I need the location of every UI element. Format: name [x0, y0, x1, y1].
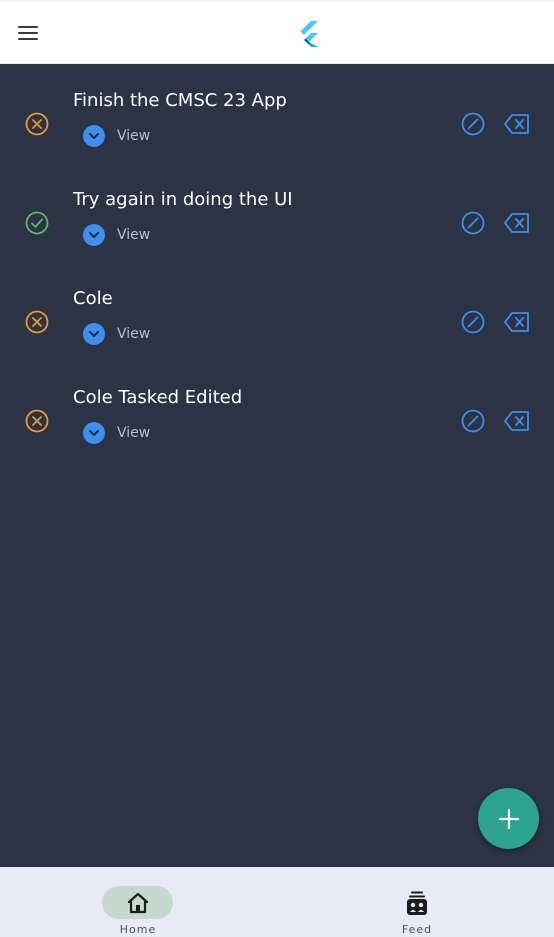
home-icon	[127, 892, 149, 914]
delete-icon[interactable]	[503, 409, 531, 433]
view-button[interactable]: View	[83, 322, 150, 346]
add-todo-button[interactable]	[478, 788, 539, 849]
nav-feed-label: Feed	[401, 923, 433, 936]
chevron-down-icon	[83, 422, 105, 444]
app-bar	[0, 2, 554, 64]
delete-icon[interactable]	[503, 211, 531, 235]
nav-home-label: Home	[119, 923, 157, 936]
todo-list: Finish the CMSC 23 App View Try again in…	[0, 63, 554, 459]
cancel-circle-icon[interactable]	[24, 309, 50, 335]
view-button[interactable]: View	[83, 223, 150, 247]
todo-title: Try again in doing the UI	[73, 189, 293, 210]
nav-home[interactable]: Home	[38, 867, 238, 937]
view-label: View	[117, 227, 151, 243]
view-button[interactable]: View	[83, 124, 150, 148]
todo-item: Try again in doing the UI View	[0, 162, 554, 261]
todo-item: Cole View	[0, 261, 554, 360]
todo-title: Finish the CMSC 23 App	[73, 90, 287, 111]
edit-icon[interactable]	[460, 111, 486, 137]
view-label: View	[117, 326, 151, 342]
chevron-down-icon	[83, 224, 105, 246]
feed-icon	[407, 891, 427, 915]
delete-icon[interactable]	[503, 310, 531, 334]
chevron-down-icon	[83, 125, 105, 147]
edit-icon[interactable]	[460, 210, 486, 236]
todo-title: Cole Tasked Edited	[73, 387, 243, 408]
delete-icon[interactable]	[503, 112, 531, 136]
nav-feed[interactable]: Feed	[317, 867, 517, 937]
flutter-logo	[300, 21, 318, 47]
todo-item: Finish the CMSC 23 App View	[0, 63, 554, 162]
view-button[interactable]: View	[83, 421, 150, 445]
menu-button[interactable]	[13, 18, 43, 48]
hamburger-menu-icon	[18, 26, 38, 28]
todo-title: Cole	[73, 288, 113, 309]
edit-icon[interactable]	[460, 408, 486, 434]
cancel-circle-icon[interactable]	[24, 408, 50, 434]
edit-icon[interactable]	[460, 309, 486, 335]
view-label: View	[117, 128, 151, 144]
plus-icon	[498, 808, 519, 829]
todo-item: Cole Tasked Edited View	[0, 360, 554, 459]
chevron-down-icon	[83, 323, 105, 345]
bottom-navigation-bar: Home Feed	[0, 867, 554, 937]
view-label: View	[117, 425, 151, 441]
check-circle-icon[interactable]	[24, 210, 50, 236]
cancel-circle-icon[interactable]	[24, 111, 50, 137]
